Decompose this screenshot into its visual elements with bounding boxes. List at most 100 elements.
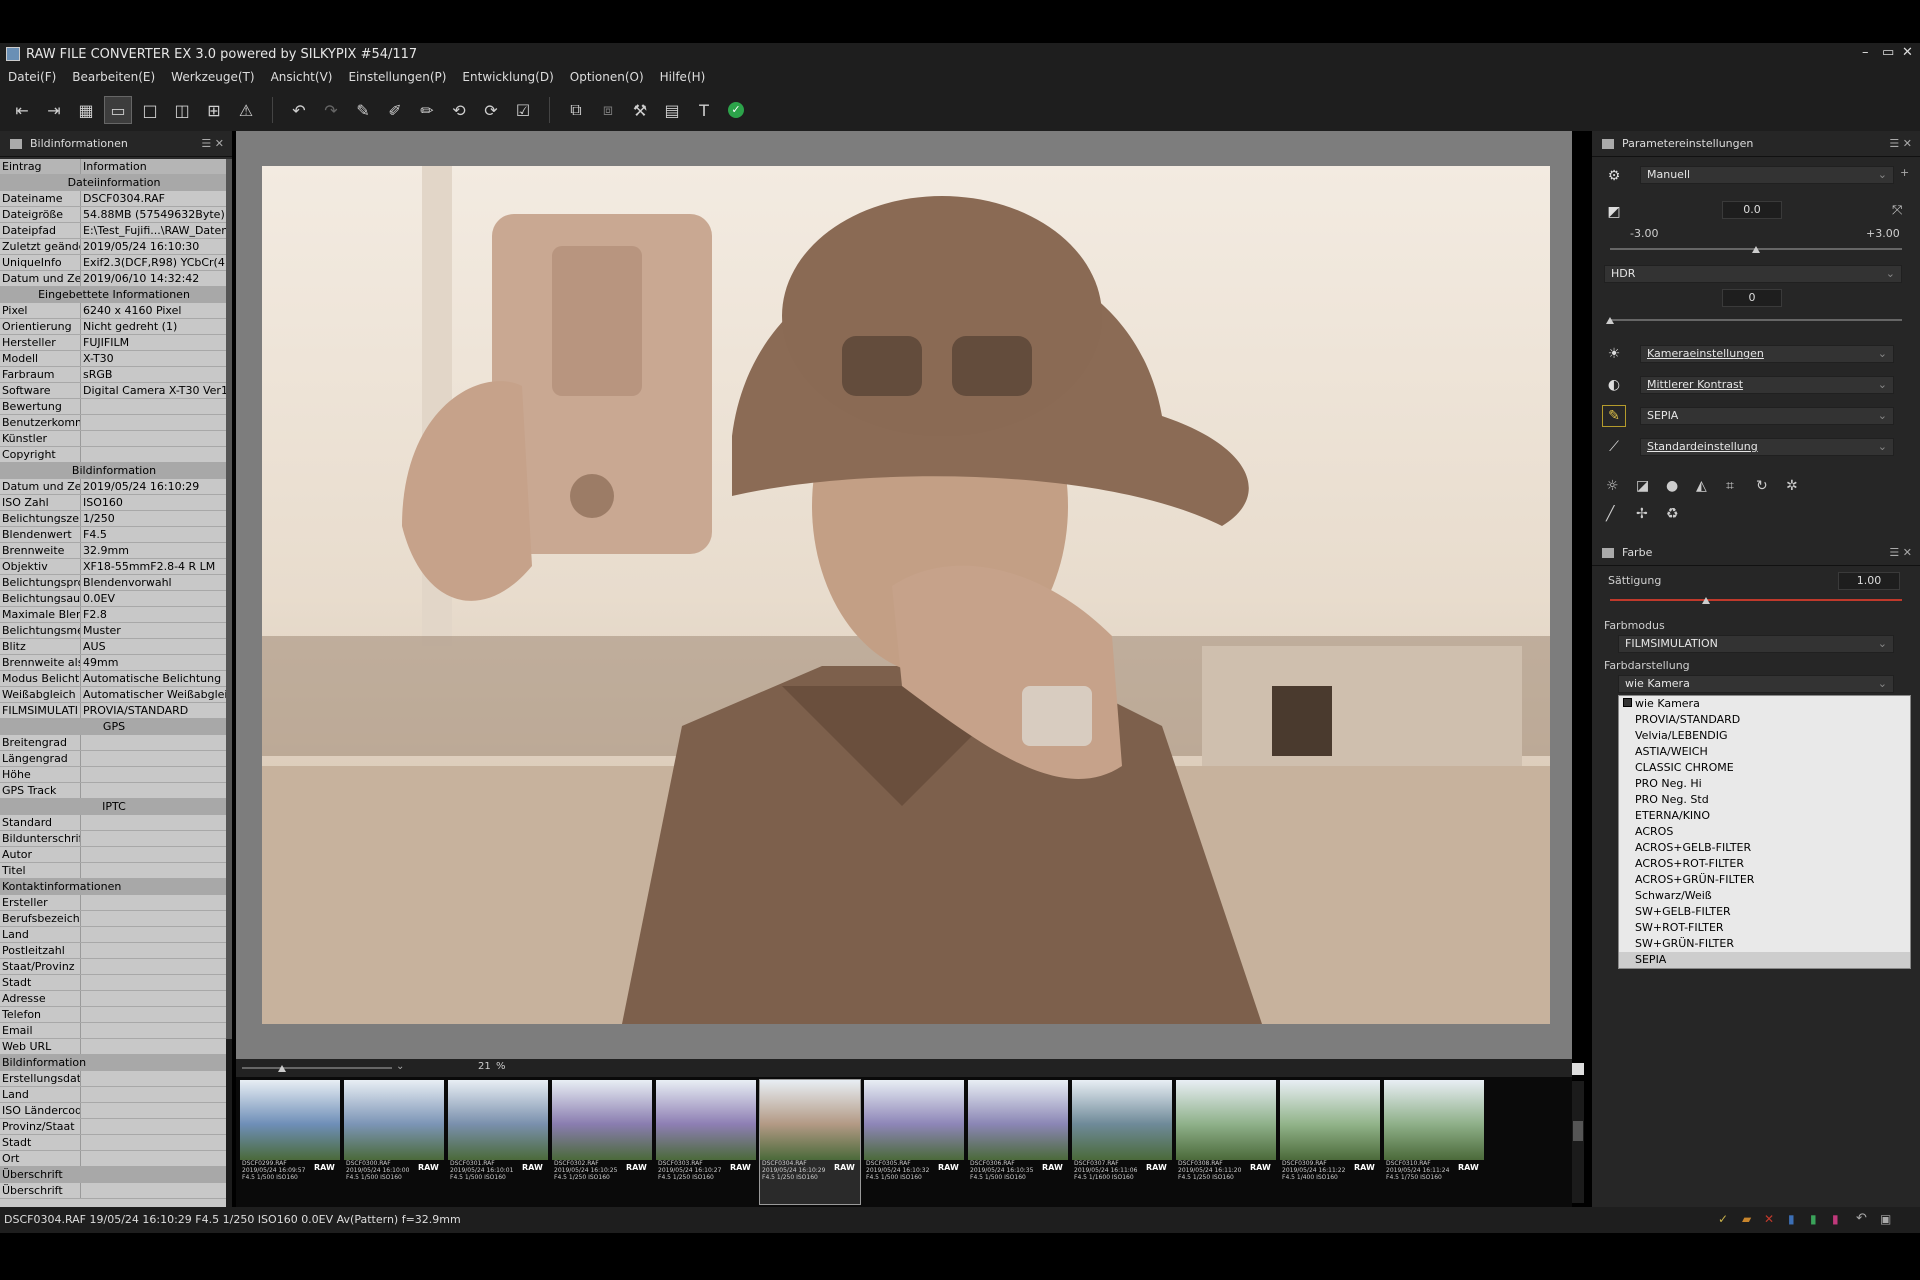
- color-rendering-option[interactable]: PROVIA/STANDARD: [1619, 712, 1910, 728]
- menu-ansicht[interactable]: Ansicht(V): [271, 70, 333, 84]
- info-value[interactable]: [81, 1183, 226, 1198]
- info-row[interactable]: Land: [0, 1087, 226, 1103]
- menu-einstellungen[interactable]: Einstellungen(P): [348, 70, 446, 84]
- color-tool-icon[interactable]: ●: [1666, 478, 1678, 494]
- status-undo-icon[interactable]: ↶: [1856, 1211, 1867, 1226]
- zoom-slider[interactable]: [242, 1067, 392, 1069]
- info-row[interactable]: Weißabgleich Automatischer Weißabgleich: [0, 687, 226, 703]
- info-row[interactable]: Dateigröße 54.88MB (57549632Byte): [0, 207, 226, 223]
- checkbox-icon[interactable]: ☑: [509, 96, 537, 124]
- color-rendering-option[interactable]: CLASSIC CHROME: [1619, 760, 1910, 776]
- info-value[interactable]: XF18-55mmF2.8-4 R LM: [81, 559, 226, 574]
- settings-tool-icon[interactable]: ✲: [1786, 478, 1798, 494]
- info-row[interactable]: Telefon: [0, 1007, 226, 1023]
- info-row[interactable]: Titel: [0, 863, 226, 879]
- info-value[interactable]: [81, 1103, 226, 1118]
- saturation-value[interactable]: 1.00: [1838, 572, 1900, 590]
- info-value[interactable]: [81, 991, 226, 1006]
- single-view-icon[interactable]: □: [136, 96, 164, 124]
- redo-icon[interactable]: ↷: [317, 96, 345, 124]
- info-value[interactable]: [81, 831, 226, 846]
- rotate-right-icon[interactable]: ⟳: [477, 96, 505, 124]
- tone-curve-tool-icon[interactable]: ◪: [1636, 478, 1649, 494]
- panel-menu-icon[interactable]: ☰ ✕: [201, 137, 224, 150]
- info-value[interactable]: 6240 x 4160 Pixel: [81, 303, 226, 318]
- info-value[interactable]: sRGB: [81, 367, 226, 382]
- info-row[interactable]: Dateiname DSCF0304.RAF: [0, 191, 226, 207]
- pen-icon[interactable]: ✏: [413, 96, 441, 124]
- status-blue-label-icon[interactable]: ▮: [1788, 1212, 1795, 1226]
- info-value[interactable]: [81, 735, 226, 750]
- info-row[interactable]: Hersteller FUJIFILM: [0, 335, 226, 351]
- hdr-slider[interactable]: [1610, 319, 1902, 321]
- info-value[interactable]: [81, 751, 226, 766]
- info-row[interactable]: Belichtungszei 1/250: [0, 511, 226, 527]
- hdr-value[interactable]: 0: [1722, 289, 1782, 307]
- info-row[interactable]: Maximale Blen F2.8: [0, 607, 226, 623]
- camera-settings-dropdown[interactable]: Kameraeinstellungen ⌄: [1640, 345, 1894, 363]
- saturation-slider[interactable]: [1610, 599, 1902, 601]
- info-row[interactable]: ISO Ländercod: [0, 1103, 226, 1119]
- info-row[interactable]: Blendenwert F4.5: [0, 527, 226, 543]
- color-rendering-option[interactable]: SEPIA: [1619, 952, 1910, 968]
- info-value[interactable]: Exif2.3(DCF,R98) YCbCr(4:2:: [81, 255, 226, 270]
- quad-view-icon[interactable]: ⊞: [200, 96, 228, 124]
- info-value[interactable]: PROVIA/STANDARD: [81, 703, 226, 718]
- noise-tool-icon[interactable]: ◭: [1696, 478, 1707, 494]
- warning-icon[interactable]: ⚠: [232, 96, 260, 124]
- color-preset-dropdown[interactable]: SEPIA ⌄: [1640, 407, 1894, 425]
- color-rendering-option[interactable]: ACROS+GRÜN-FILTER: [1619, 872, 1910, 888]
- info-value[interactable]: [81, 1135, 226, 1150]
- status-folder-icon[interactable]: ▰: [1742, 1212, 1751, 1226]
- parameter-panel-menu-icon[interactable]: ☰ ✕: [1889, 137, 1912, 150]
- info-value[interactable]: Nicht gedreht (1): [81, 319, 226, 334]
- color-rendering-option[interactable]: ETERNA/KINO: [1619, 808, 1910, 824]
- sharpness-dropdown[interactable]: Standardeinstellung ⌄: [1640, 438, 1894, 456]
- exposure-value[interactable]: 0.0: [1722, 201, 1782, 219]
- info-row[interactable]: Farbraum sRGB: [0, 367, 226, 383]
- info-value[interactable]: AUS: [81, 639, 226, 654]
- info-row[interactable]: FILMSIMULATI PROVIA/STANDARD: [0, 703, 226, 719]
- filmstrip-thumbnail[interactable]: DSCF0300.RAF 2019/05/24 16:10:00 F4.5 1/50…: [344, 1080, 444, 1204]
- info-row[interactable]: Postleitzahl: [0, 943, 226, 959]
- info-row[interactable]: Provinz/Staat: [0, 1119, 226, 1135]
- info-row[interactable]: Dateipfad E:\Test_Fujifi...\RAW_Daten: [0, 223, 226, 239]
- menu-hilfe[interactable]: Hilfe(H): [660, 70, 706, 84]
- filmstrip-thumbnail[interactable]: DSCF0310.RAF 2019/05/24 16:11:24 F4.5 1/75…: [1384, 1080, 1484, 1204]
- info-scrollbar[interactable]: [226, 159, 232, 1207]
- info-section-header[interactable]: Eingebettete Informationen: [0, 287, 226, 303]
- color-mode-dropdown[interactable]: FILMSIMULATION ⌄: [1618, 635, 1894, 653]
- hdr-slider-knob[interactable]: [1606, 317, 1614, 324]
- white-balance-tool-icon[interactable]: ☼: [1606, 478, 1619, 494]
- spot-tool-icon[interactable]: ✢: [1636, 506, 1648, 522]
- brush-tool-icon[interactable]: ╱: [1606, 506, 1614, 522]
- filmstrip-thumbnail[interactable]: DSCF0308.RAF 2019/05/24 16:11:20 F4.5 1/25…: [1176, 1080, 1276, 1204]
- filmstrip-thumbnail[interactable]: DSCF0309.RAF 2019/05/24 16:11:22 F4.5 1/40…: [1280, 1080, 1380, 1204]
- menu-datei[interactable]: Datei(F): [8, 70, 56, 84]
- sun-icon[interactable]: ☀: [1602, 343, 1626, 365]
- info-row[interactable]: Land: [0, 927, 226, 943]
- info-value[interactable]: Automatischer Weißabgleich: [81, 687, 226, 702]
- info-section-header[interactable]: Bildinformation: [0, 463, 226, 479]
- info-row[interactable]: Ersteller: [0, 895, 226, 911]
- info-value[interactable]: Automatische Belichtung: [81, 671, 226, 686]
- info-value[interactable]: DSCF0304.RAF: [81, 191, 226, 206]
- filmstrip-thumbnail[interactable]: DSCF0299.RAF 2019/05/24 16:09:57 F4.5 1/50…: [240, 1080, 340, 1204]
- info-row[interactable]: Stadt: [0, 1135, 226, 1151]
- info-row[interactable]: Brennweite 32.9mm: [0, 543, 226, 559]
- info-row[interactable]: Datum und Zei 2019/06/10 14:32:42: [0, 271, 226, 287]
- undo-icon[interactable]: ↶: [285, 96, 313, 124]
- color-pen-icon[interactable]: ✎: [1602, 405, 1626, 427]
- close-button[interactable]: ✕: [1902, 45, 1913, 60]
- info-value[interactable]: F4.5: [81, 527, 226, 542]
- info-value[interactable]: ISO160: [81, 495, 226, 510]
- info-section-header[interactable]: IPTC: [0, 799, 226, 815]
- info-value[interactable]: [81, 1071, 226, 1086]
- zoom-dropdown-icon[interactable]: ⌄: [396, 1061, 404, 1072]
- info-section-header[interactable]: Dateiinformation: [0, 175, 226, 191]
- gear-icon[interactable]: ⚙: [1602, 165, 1626, 187]
- filmstrip-thumbnail[interactable]: DSCF0306.RAF 2019/05/24 16:10:35 F4.5 1/50…: [968, 1080, 1068, 1204]
- info-row[interactable]: GPS Track: [0, 783, 226, 799]
- info-row[interactable]: Email: [0, 1023, 226, 1039]
- color-rendering-option[interactable]: SW+GELB-FILTER: [1619, 904, 1910, 920]
